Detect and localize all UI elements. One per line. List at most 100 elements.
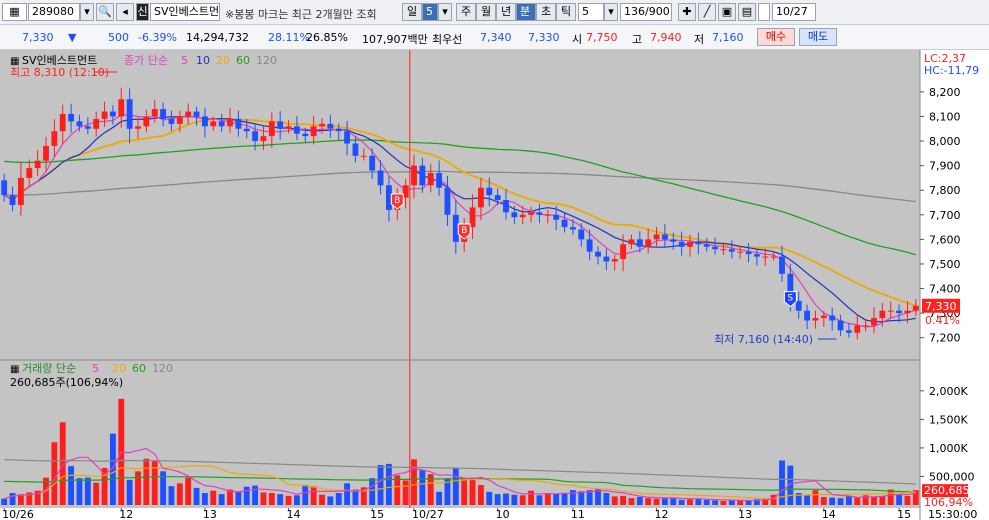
save-icon[interactable]: ▣ xyxy=(718,3,736,21)
volume-bar xyxy=(511,494,518,505)
volume-bar xyxy=(820,497,827,505)
period-year-button[interactable]: 년 xyxy=(496,3,516,21)
candle xyxy=(235,118,242,129)
volume-bar xyxy=(611,496,618,505)
volume-bar xyxy=(76,478,83,505)
open-price: 7,750 xyxy=(586,31,618,44)
volume-bar xyxy=(143,458,150,505)
sell-button[interactable]: 매도 xyxy=(799,28,837,46)
volume-bar xyxy=(93,482,100,505)
candle xyxy=(68,114,75,122)
x-tick-label: 13 xyxy=(738,508,752,520)
price-tick-label: 8,000 xyxy=(929,135,961,148)
volume-bar xyxy=(235,491,242,505)
period-tick-button[interactable]: 틱 xyxy=(556,3,576,21)
volume-bar xyxy=(327,496,334,505)
candle xyxy=(168,118,175,124)
day-dropdown-icon[interactable]: ▾ xyxy=(438,3,452,21)
volume-bar xyxy=(887,489,894,505)
candle xyxy=(243,128,250,132)
period-day-button[interactable]: 일 xyxy=(402,3,422,21)
volume-bar xyxy=(829,497,836,505)
period-week-button[interactable]: 주 xyxy=(456,3,476,21)
volume-bar xyxy=(728,500,735,505)
stock-chart[interactable]: 8,200 8,100 8,000 7,900 7,800 7,700 7,600 7,500… xyxy=(0,50,989,520)
candle xyxy=(620,244,627,260)
candle xyxy=(670,239,677,242)
code-dropdown-icon[interactable]: ▾ xyxy=(80,3,94,21)
candle xyxy=(486,187,493,196)
chart-type-icon[interactable]: ▦ xyxy=(2,3,27,21)
candle xyxy=(728,249,735,252)
period-second-button[interactable]: 초 xyxy=(536,3,556,21)
candle xyxy=(143,116,150,127)
candle xyxy=(285,126,292,129)
crosshair-icon[interactable]: ✚ xyxy=(678,3,696,21)
volume-bar xyxy=(896,494,903,505)
candle xyxy=(319,123,325,127)
candle xyxy=(176,116,183,124)
volume-bar xyxy=(712,500,719,505)
volume-bar xyxy=(603,493,610,505)
price-tick-label: 7,500 xyxy=(929,258,961,271)
period-minute-button[interactable]: 분 xyxy=(516,3,536,21)
candle xyxy=(578,229,585,240)
date-checkbox[interactable] xyxy=(758,3,770,21)
candle xyxy=(628,239,635,245)
x-tick-label: 10/26 xyxy=(2,508,34,520)
chart-area[interactable]: 8,200 8,100 8,000 7,900 7,800 7,700 7,600 7,500… xyxy=(0,50,989,520)
candle xyxy=(335,128,342,132)
price-tick-label: 7,900 xyxy=(929,160,961,173)
volume-legend-period: 60 xyxy=(132,362,146,375)
volume-bar xyxy=(812,490,819,505)
stock-code-input[interactable]: 289080 xyxy=(28,3,80,21)
candle xyxy=(268,121,275,137)
volume-bar xyxy=(536,495,543,505)
candle xyxy=(310,126,317,137)
signal-label: B xyxy=(394,196,400,206)
candle xyxy=(636,239,643,247)
buy-button[interactable]: 매수 xyxy=(757,28,795,46)
interval-dropdown-icon[interactable]: ▾ xyxy=(604,3,618,21)
volume-legend-icon: ▦ xyxy=(10,364,19,375)
candle xyxy=(703,244,710,247)
volume-bar xyxy=(176,483,183,505)
candle xyxy=(678,241,685,247)
period-month-button[interactable]: 월 xyxy=(476,3,496,21)
candle xyxy=(536,212,543,215)
candle xyxy=(854,325,861,333)
volume-bar xyxy=(135,471,141,505)
day-count-field[interactable]: 5 xyxy=(422,3,438,21)
candle xyxy=(553,214,560,220)
candle xyxy=(687,241,693,247)
candle xyxy=(912,305,919,311)
candle xyxy=(762,256,769,258)
price-tick-label: 7,200 xyxy=(929,332,961,345)
candle xyxy=(93,118,100,129)
date-field[interactable]: 10/27 xyxy=(772,3,816,21)
candle xyxy=(820,315,827,319)
price-change: 500 xyxy=(108,31,129,44)
candle xyxy=(544,214,551,216)
prev-stock-icon[interactable]: ◂ xyxy=(116,3,134,21)
count-field[interactable]: 136/900 xyxy=(620,3,672,21)
search-icon[interactable]: 🔍 xyxy=(96,3,114,21)
turnover-rate: 28.11% xyxy=(268,31,310,44)
volume-bar xyxy=(578,491,585,505)
volume-bar xyxy=(645,498,652,505)
print-icon[interactable]: ▤ xyxy=(738,3,756,21)
trendline-icon[interactable]: ╱ xyxy=(698,3,716,21)
interval-select[interactable]: 5 xyxy=(578,3,604,21)
volume-legend-period: 120 xyxy=(152,362,173,375)
volume-bar xyxy=(1,498,8,505)
volume-bar xyxy=(377,465,384,505)
candle xyxy=(369,155,376,171)
volume-bar xyxy=(620,495,627,505)
volume-value: 14,294,732 xyxy=(186,31,249,44)
volume-bar xyxy=(695,498,702,505)
volume-bar xyxy=(84,477,91,505)
low-annotation: 최저 7,160 (14:40) xyxy=(714,333,813,346)
candle xyxy=(419,165,426,186)
volume-bar xyxy=(636,497,643,505)
low-price: 7,160 xyxy=(712,31,744,44)
